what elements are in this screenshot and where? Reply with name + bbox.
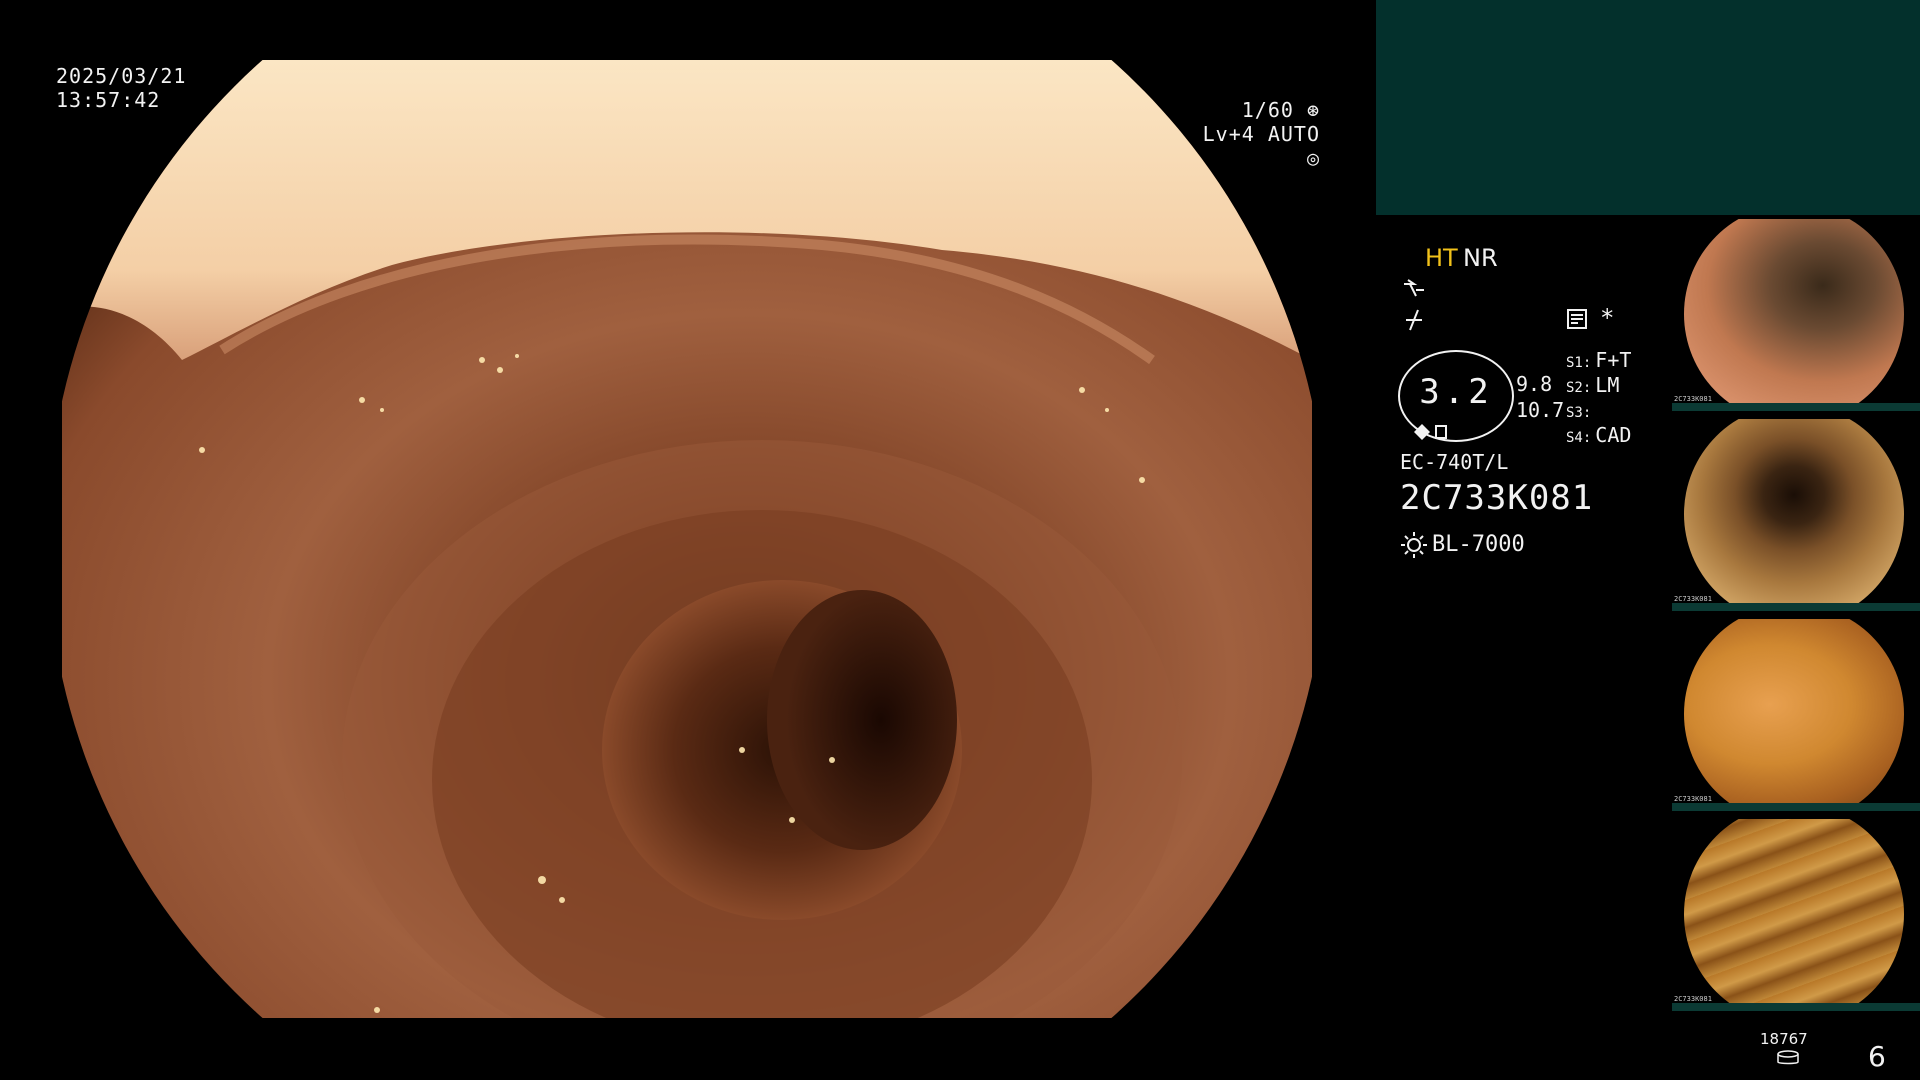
value-b: 10.7 xyxy=(1516,398,1565,422)
thumbnail-label: 2C733K081 xyxy=(1674,595,1712,603)
enhance-icon xyxy=(1402,278,1428,304)
switch-value: LM xyxy=(1595,373,1620,397)
switch-tag: S3: xyxy=(1566,405,1592,421)
scope-model: EC-740T/L xyxy=(1400,450,1509,474)
switch-value: F+T xyxy=(1595,348,1632,372)
level-text: Lv+4 AUTO xyxy=(1202,122,1320,146)
switch-row-1: S1: F+T xyxy=(1566,348,1631,372)
exposure-display: 1/60 ⊛ Lv+4 AUTO ◎ xyxy=(1190,98,1320,170)
asterisk-indicator: * xyxy=(1600,304,1615,332)
zoom-value: 3.2 xyxy=(1419,372,1493,412)
iris-icon: ◎ xyxy=(1306,146,1320,170)
scope-serial: 2C733K081 xyxy=(1400,478,1594,518)
disk-icon xyxy=(1776,1050,1800,1070)
endoscope-main-view xyxy=(62,60,1312,1018)
thumbnail-bar xyxy=(1672,1003,1920,1011)
shutter-row: 1/60 ⊛ xyxy=(1190,98,1320,122)
light-source-icon xyxy=(1400,531,1428,563)
thumbnail-label: 2C733K081 xyxy=(1674,995,1712,1003)
thumbnail-image xyxy=(1684,219,1904,409)
document-icon xyxy=(1566,308,1588,334)
thumbnail-bar xyxy=(1672,803,1920,811)
ht-mode-label: HT xyxy=(1425,244,1458,272)
switch-row-2: S2: LM xyxy=(1566,373,1619,397)
light-source-label: BL-7000 xyxy=(1432,532,1525,557)
structure-icon xyxy=(1402,306,1428,336)
switch-tag: S2: xyxy=(1566,380,1592,396)
capture-thumbnail[interactable]: 2C733K081 xyxy=(1672,815,1920,1011)
switch-tag: S4: xyxy=(1566,430,1592,446)
nr-mode-label: NR xyxy=(1463,244,1498,272)
value-a: 9.8 xyxy=(1516,372,1553,396)
datetime-display: 2025/03/21 13:57:42 xyxy=(56,64,186,112)
aperture-icon: ⊛ xyxy=(1293,98,1320,122)
switch-tag: S1: xyxy=(1566,355,1592,371)
thumbnail-image xyxy=(1684,619,1904,809)
switch-row-3: S3: xyxy=(1566,398,1595,422)
thumbnail-image xyxy=(1684,419,1904,609)
thumbnail-bar xyxy=(1672,603,1920,611)
capture-thumbnail[interactable]: 2C733K081 xyxy=(1672,615,1920,811)
date-text: 2025/03/21 xyxy=(56,64,187,88)
level-row: Lv+4 AUTO ◎ xyxy=(1190,122,1320,170)
secondary-display-panel xyxy=(1376,0,1920,215)
switch-value: CAD xyxy=(1595,423,1632,447)
time-text: 13:57:42 xyxy=(56,88,161,112)
thumbnail-bar xyxy=(1672,403,1920,411)
switch-row-4: S4: CAD xyxy=(1566,423,1631,447)
capture-thumbnail[interactable]: 2C733K081 xyxy=(1672,215,1920,411)
thumbnail-label: 2C733K081 xyxy=(1674,395,1712,403)
thumbnail-label: 2C733K081 xyxy=(1674,795,1712,803)
image-counter: 18767 xyxy=(1760,1030,1808,1048)
capture-thumbnail[interactable]: 2C733K081 xyxy=(1672,415,1920,611)
zoom-marker-icon xyxy=(1412,418,1454,444)
thumbnail-image xyxy=(1684,819,1904,1009)
shutter-text: 1/60 xyxy=(1241,98,1294,122)
page-number: 6 xyxy=(1868,1040,1886,1073)
